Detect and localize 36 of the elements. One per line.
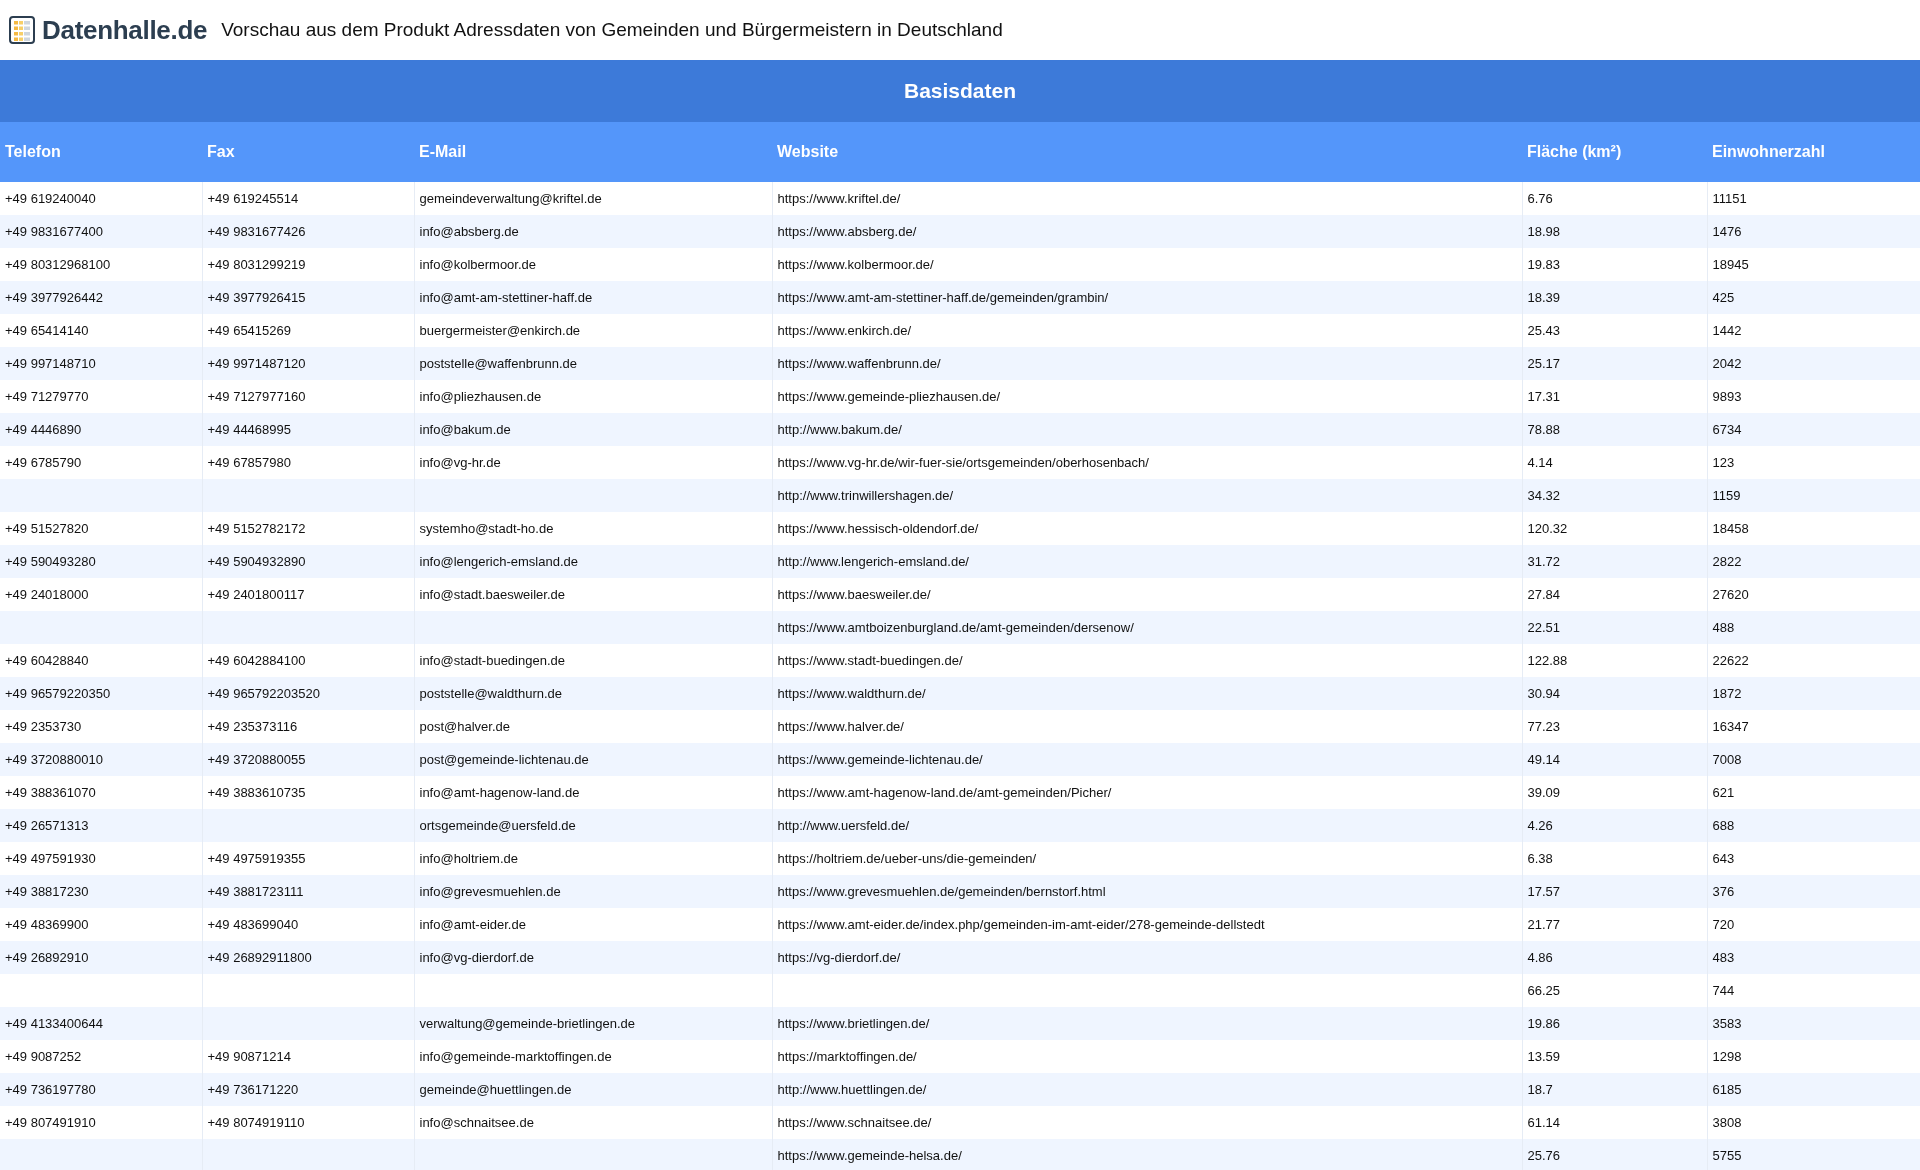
table-cell: +49 38817230 xyxy=(0,875,202,908)
page-title: Vorschau aus dem Produkt Adressdaten von Gemeinden und Bürgermeistern in Deutschland xyxy=(221,19,1003,41)
column-header: Fax xyxy=(202,122,414,182)
column-header: Telefon xyxy=(0,122,202,182)
table-cell: +49 26571313 xyxy=(0,809,202,842)
table-cell: +49 497591930 xyxy=(0,842,202,875)
table-cell: 25.76 xyxy=(1522,1139,1707,1170)
table-cell: +49 80312968100 xyxy=(0,248,202,281)
group-header: Basisdaten xyxy=(0,60,1920,122)
column-header: E-Mail xyxy=(414,122,772,182)
table-cell: +49 24018000 xyxy=(0,578,202,611)
table-cell: +49 6785790 xyxy=(0,446,202,479)
table-cell: +49 590493280 xyxy=(0,545,202,578)
table-cell: +49 65414140 xyxy=(0,314,202,347)
brand-logo[interactable]: Datenhalle.de xyxy=(42,14,208,46)
table-cell: +49 26892910 xyxy=(0,941,202,974)
table-cell: +49 96579220350 xyxy=(0,677,202,710)
logo-icon xyxy=(6,14,38,46)
table-cell: +49 3720880010 xyxy=(0,743,202,776)
table-cell: +49 388361070 xyxy=(0,776,202,809)
table-cell: 5755 xyxy=(1707,1139,1920,1170)
table-cell: +49 51527820 xyxy=(0,512,202,545)
column-header: Fläche (km²) xyxy=(1522,122,1707,182)
table-cell: +49 60428840 xyxy=(0,644,202,677)
table-cell: +49 4133400644 xyxy=(0,1007,202,1040)
column-header: Einwohnerzahl xyxy=(1707,122,1920,182)
table-cell: +49 736197780 xyxy=(0,1073,202,1106)
table-cell: https://www.gemeinde-helsa.de/ xyxy=(772,1139,1522,1170)
table-cell: +49 4446890 xyxy=(0,413,202,446)
table-cell: +49 9087252 xyxy=(0,1040,202,1073)
table-cell: +49 71279770 xyxy=(0,380,202,413)
table-cell: +49 2353730 xyxy=(0,710,202,743)
table-cell: +49 807491910 xyxy=(0,1106,202,1139)
table-cell: +49 619240040 xyxy=(0,182,202,215)
table-cell: +49 48369900 xyxy=(0,908,202,941)
column-header: Website xyxy=(772,122,1522,182)
